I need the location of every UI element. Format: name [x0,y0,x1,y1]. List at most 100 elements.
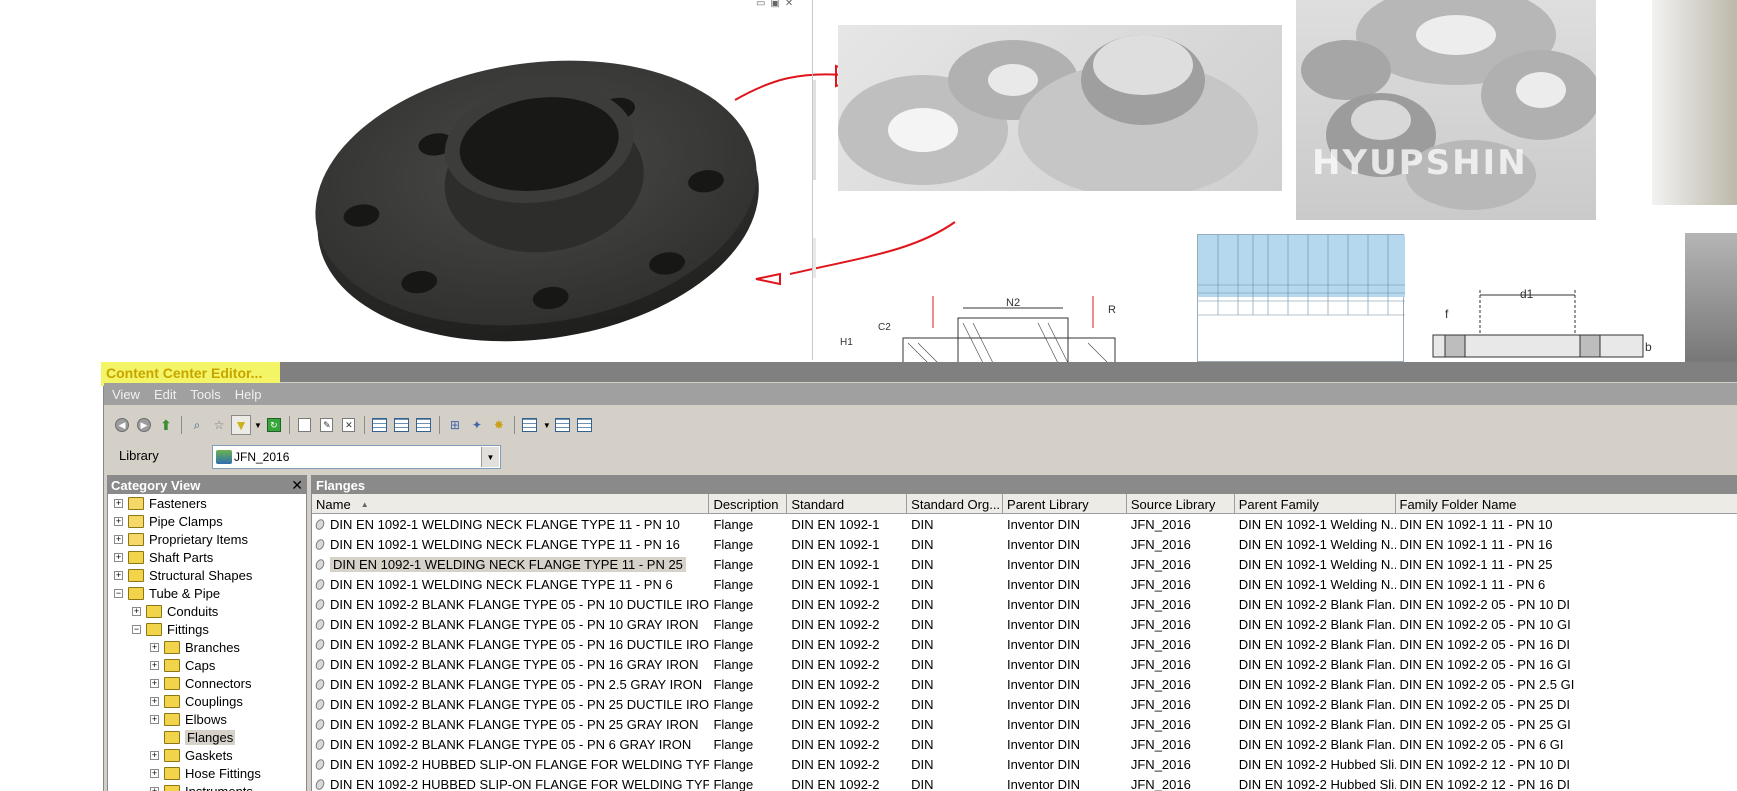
table-cell: JFN_2016 [1130,516,1191,532]
category-node[interactable]: Flanges [108,728,306,746]
category-node[interactable]: + Instruments [108,782,306,791]
expand-icon[interactable]: + [150,678,159,688]
table-row[interactable]: DIN EN 1092-1 WELDING NECK FLANGE TYPE 1… [312,554,1737,574]
category-label: Gaskets [185,747,233,763]
table-row[interactable]: DIN EN 1092-2 BLANK FLANGE TYPE 05 - PN … [312,614,1737,634]
expand-icon[interactable]: + [150,786,159,791]
category-node[interactable]: + Branches [108,638,306,656]
expand-icon[interactable]: + [114,534,123,544]
category-label: Shaft Parts [149,549,214,565]
menu-help[interactable]: Help [235,387,262,402]
publish-button[interactable]: ✸ [489,415,509,435]
table-row[interactable]: DIN EN 1092-2 BLANK FLANGE TYPE 05 - PN … [312,654,1737,674]
column-header[interactable]: Parent Library [1003,494,1127,514]
expand-icon[interactable]: + [114,498,123,508]
category-node[interactable]: + Couplings [108,692,306,710]
table-cell: DIN EN 1092-2 05 - PN 25 DI [1399,696,1571,712]
table-row[interactable]: DIN EN 1092-2 HUBBED SLIP-ON FLANGE FOR … [312,774,1737,791]
delete-family-button[interactable]: ✕ [339,415,359,435]
table-cell: Inventor DIN [1007,756,1081,772]
category-icon [128,550,144,564]
filter-button[interactable]: ▼ [231,415,251,435]
table-row[interactable]: DIN EN 1092-2 BLANK FLANGE TYPE 05 - PN … [312,714,1737,734]
column-header[interactable]: Family Folder Name [1396,494,1737,514]
category-node[interactable]: + Pipe Clamps [108,512,306,530]
family-icon [314,717,326,731]
assign-category-button[interactable]: ✦ [467,415,487,435]
category-label: Instruments [185,783,253,791]
table-row[interactable]: DIN EN 1092-2 BLANK FLANGE TYPE 05 - PN … [312,634,1737,654]
menu-view[interactable]: View [112,387,140,402]
search-button[interactable]: ⌕ [187,415,207,435]
category-node[interactable]: + Conduits [108,602,306,620]
table-row[interactable]: DIN EN 1092-2 BLANK FLANGE TYPE 05 - PN … [312,734,1737,754]
expand-icon[interactable]: + [150,642,159,652]
favorites-button[interactable]: ☆ [209,415,229,435]
table-row[interactable]: DIN EN 1092-2 BLANK FLANGE TYPE 05 - PN … [312,694,1737,714]
edit-family-button[interactable]: ✎ [317,415,337,435]
family-icon [314,697,326,711]
details-view-button[interactable] [575,415,595,435]
up-level-button[interactable]: ⬆ [156,415,176,435]
title-bar[interactable] [104,362,1737,382]
expand-icon[interactable]: + [150,768,159,778]
menu-tools[interactable]: Tools [190,387,220,402]
category-node[interactable]: + Fasteners [108,494,306,512]
refresh-button[interactable]: ↻ [264,415,284,435]
pane-splitter-grip[interactable] [813,238,816,278]
category-node[interactable]: + Hose Fittings [108,764,306,782]
forward-button[interactable]: ▶ [134,415,154,435]
table-cell: DIN EN 1092-1 WELDING NECK FLANGE TYPE 1… [312,517,709,532]
expand-icon[interactable]: + [114,552,123,562]
back-button[interactable]: ◀ [112,415,132,435]
family-properties-button[interactable] [392,415,412,435]
menu-edit[interactable]: Edit [154,387,176,402]
expand-icon[interactable]: + [132,606,141,616]
expand-icon[interactable]: + [114,570,123,580]
column-header[interactable]: Description [709,494,788,514]
category-node[interactable]: + Shaft Parts [108,548,306,566]
expand-icon[interactable]: + [150,660,159,670]
family-list-pane: Flanges Name ▲ Description Standard Standard… [311,475,1737,791]
expand-icon[interactable]: + [150,750,159,760]
category-node[interactable]: + Connectors [108,674,306,692]
category-node[interactable]: + Structural Shapes [108,566,306,584]
category-node[interactable]: + Gaskets [108,746,306,764]
table-row[interactable]: DIN EN 1092-2 BLANK FLANGE TYPE 05 - PN … [312,674,1737,694]
expand-icon[interactable]: + [114,516,123,526]
table-row[interactable]: DIN EN 1092-1 WELDING NECK FLANGE TYPE 1… [312,574,1737,594]
family-table-button[interactable] [370,415,390,435]
table-row[interactable]: DIN EN 1092-1 WELDING NECK FLANGE TYPE 1… [312,534,1737,554]
category-node[interactable]: + Caps [108,656,306,674]
table-row[interactable]: DIN EN 1092-1 WELDING NECK FLANGE TYPE 1… [312,514,1737,534]
collapse-icon[interactable]: − [114,588,123,598]
expand-icon[interactable]: + [150,714,159,724]
column-header[interactable]: Standard [787,494,908,514]
chevron-down-icon[interactable]: ▼ [481,447,499,467]
chevron-down-icon[interactable]: ▼ [254,421,262,430]
table-cell: DIN EN 1092-2 05 - PN 16 DI [1399,636,1571,652]
table-row[interactable]: DIN EN 1092-2 HUBBED SLIP-ON FLANGE FOR … [312,754,1737,774]
tree-pane-toggle-button[interactable] [553,415,573,435]
column-header[interactable]: Standard Org... [907,494,1004,514]
column-header[interactable]: Source Library [1127,494,1235,514]
category-node[interactable]: + Proprietary Items [108,530,306,548]
table-row[interactable]: DIN EN 1092-2 BLANK FLANGE TYPE 05 - PN … [312,594,1737,614]
new-family-button[interactable] [295,415,315,435]
category-node[interactable]: + Elbows [108,710,306,728]
expand-icon[interactable]: + [150,696,159,706]
chevron-down-icon[interactable]: ▼ [543,421,551,430]
column-header[interactable]: Name ▲ [312,494,710,514]
category-node[interactable]: − Fittings [108,620,306,638]
collapse-icon[interactable]: − [132,624,141,634]
table-cell: DIN EN 1092-2 HUBBED SLIP-ON FLANGE FOR … [312,757,709,772]
category-node[interactable]: − Tube & Pipe [108,584,306,602]
view-options-button[interactable] [520,415,540,435]
column-header[interactable]: Parent Family [1235,494,1396,514]
close-icon[interactable]: ✕ [291,477,306,494]
library-dropdown[interactable]: JFN_2016 ▼ [212,445,501,469]
family-view-button[interactable] [414,415,434,435]
pane-splitter-grip[interactable] [813,80,816,180]
pane-separator[interactable] [812,0,813,360]
category-tree-button[interactable]: ⊞ [445,415,465,435]
